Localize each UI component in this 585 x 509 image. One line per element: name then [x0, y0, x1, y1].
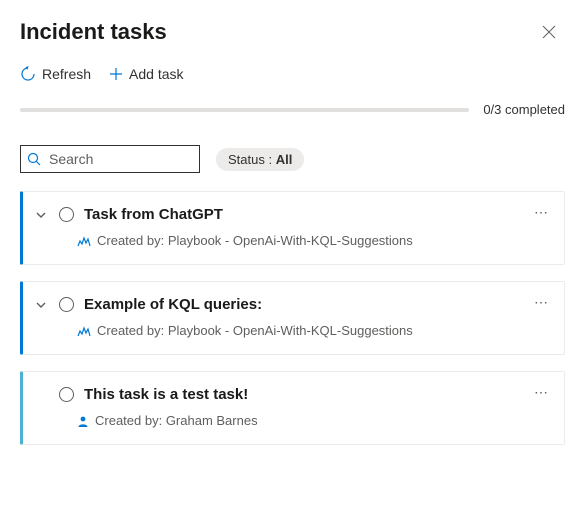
task-card: ⋯ Example of KQL queries: Created by: Pl…: [20, 281, 565, 355]
search-box[interactable]: [20, 145, 200, 173]
search-input[interactable]: [47, 150, 193, 168]
chevron-down-icon: [35, 299, 47, 311]
more-actions-button[interactable]: ⋯: [534, 294, 550, 311]
plus-icon: [109, 67, 123, 81]
task-status-toggle[interactable]: [59, 297, 74, 312]
status-filter[interactable]: Status : All: [216, 148, 304, 171]
expand-toggle[interactable]: [35, 299, 49, 311]
refresh-icon: [20, 66, 36, 82]
add-task-button[interactable]: Add task: [109, 66, 183, 82]
chevron-down-icon: [35, 209, 47, 221]
refresh-label: Refresh: [42, 66, 91, 82]
playbook-icon: [77, 325, 91, 337]
add-task-label: Add task: [129, 66, 183, 82]
search-icon: [27, 152, 41, 166]
task-title: Example of KQL queries:: [84, 296, 262, 313]
task-created-by: Created by: Graham Barnes: [95, 413, 258, 428]
close-icon: [542, 25, 556, 39]
task-card: ⋯ This task is a test task! Created by: …: [20, 371, 565, 445]
page-title: Incident tasks: [20, 19, 167, 45]
task-card: ⋯ Task from ChatGPT Created by: Playbook…: [20, 191, 565, 265]
task-status-toggle[interactable]: [59, 387, 74, 402]
refresh-button[interactable]: Refresh: [20, 66, 91, 82]
task-created-by: Created by: Playbook - OpenAi-With-KQL-S…: [97, 233, 413, 248]
task-status-toggle[interactable]: [59, 207, 74, 222]
task-title: This task is a test task!: [84, 386, 248, 403]
progress-bar: [20, 108, 469, 112]
user-icon: [77, 415, 89, 427]
progress-text: 0/3 completed: [483, 102, 565, 117]
more-actions-button[interactable]: ⋯: [534, 204, 550, 221]
close-button[interactable]: [533, 16, 565, 48]
more-actions-button[interactable]: ⋯: [534, 384, 550, 401]
playbook-icon: [77, 235, 91, 247]
task-created-by: Created by: Playbook - OpenAi-With-KQL-S…: [97, 323, 413, 338]
task-title: Task from ChatGPT: [84, 206, 223, 223]
status-filter-value: All: [276, 152, 293, 167]
status-filter-prefix: Status :: [228, 152, 276, 167]
expand-toggle[interactable]: [35, 209, 49, 221]
